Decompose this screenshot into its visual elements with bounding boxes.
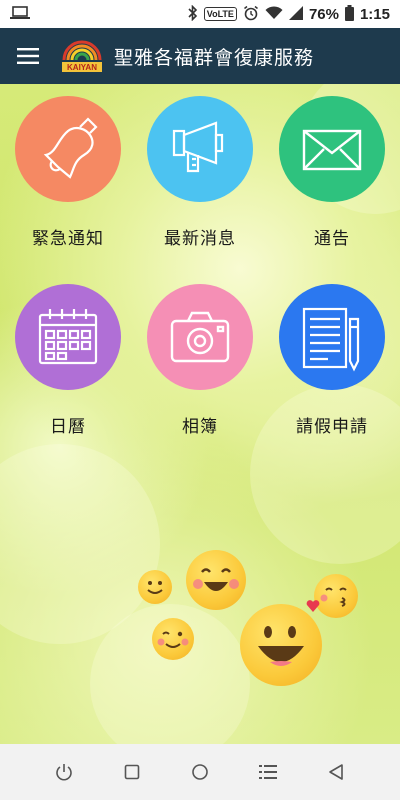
tile-circle [147, 284, 253, 390]
tile-calendar[interactable]: 日曆 [8, 284, 128, 437]
tile-circle [279, 284, 385, 390]
tile-label: 最新消息 [164, 229, 236, 249]
home-grid: 緊急通知 最新消息 通告 日曆 相簿 請假申請 [0, 84, 400, 744]
tile-circle [279, 96, 385, 202]
tile-label: 日曆 [50, 417, 86, 437]
grin-emoji-icon [186, 550, 246, 610]
alarm-icon [243, 5, 259, 24]
list-icon [259, 765, 277, 779]
back-button[interactable] [316, 752, 356, 792]
tile-leave-application[interactable]: 請假申請 [272, 284, 392, 437]
battery-icon [344, 4, 354, 24]
kiss-emoji-icon [314, 574, 358, 618]
clock: 1:15 [359, 5, 390, 23]
wink-emoji-icon [152, 618, 194, 660]
emoji-decoration [130, 544, 370, 704]
tile-circle [15, 96, 121, 202]
laptop-icon [10, 5, 30, 23]
tile-latest-news[interactable]: 最新消息 [140, 96, 260, 249]
menu-button[interactable] [0, 28, 56, 84]
tile-label: 請假申請 [296, 417, 368, 437]
tile-emergency-notice[interactable]: 緊急通知 [8, 96, 128, 249]
tile-circle [147, 96, 253, 202]
laughing-emoji-icon [240, 604, 322, 686]
wifi-icon [265, 5, 283, 23]
document-pen-icon [302, 307, 360, 372]
heart-icon [306, 600, 320, 612]
tile-album[interactable]: 相簿 [140, 284, 260, 437]
battery-percent: 76% [308, 5, 339, 23]
app-logo: KAIYAN [56, 36, 108, 76]
smile-emoji-icon [138, 570, 172, 604]
bluetooth-icon [188, 4, 198, 24]
tile-label: 通告 [314, 229, 350, 249]
megaphone-icon [172, 121, 224, 173]
hamburger-icon [17, 48, 39, 64]
power-button[interactable] [44, 752, 84, 792]
home-button[interactable] [180, 752, 220, 792]
calendar-icon [38, 309, 98, 365]
tile-label: 緊急通知 [32, 229, 104, 249]
envelope-icon [302, 129, 362, 171]
app-title: 聖雅各福群會復康服務 [114, 46, 315, 69]
square-icon [124, 764, 140, 780]
circle-icon [192, 764, 208, 780]
svg-text:KAIYAN: KAIYAN [67, 63, 97, 72]
status-bar: VoLTE 76% 1:15 [0, 0, 400, 28]
tile-circle [15, 284, 121, 390]
signal-icon [288, 5, 303, 23]
power-icon [56, 764, 72, 781]
system-nav-bar [0, 744, 400, 800]
tile-label: 相簿 [182, 417, 218, 437]
recents-button[interactable] [112, 752, 152, 792]
app-bar: KAIYAN 聖雅各福群會復康服務 [0, 28, 400, 84]
menu-list-button[interactable] [248, 752, 288, 792]
back-triangle-icon [329, 764, 343, 780]
camera-icon [170, 311, 230, 363]
volte-badge: VoLTE [203, 7, 237, 21]
bell-icon [43, 117, 98, 179]
tile-circular[interactable]: 通告 [272, 96, 392, 249]
